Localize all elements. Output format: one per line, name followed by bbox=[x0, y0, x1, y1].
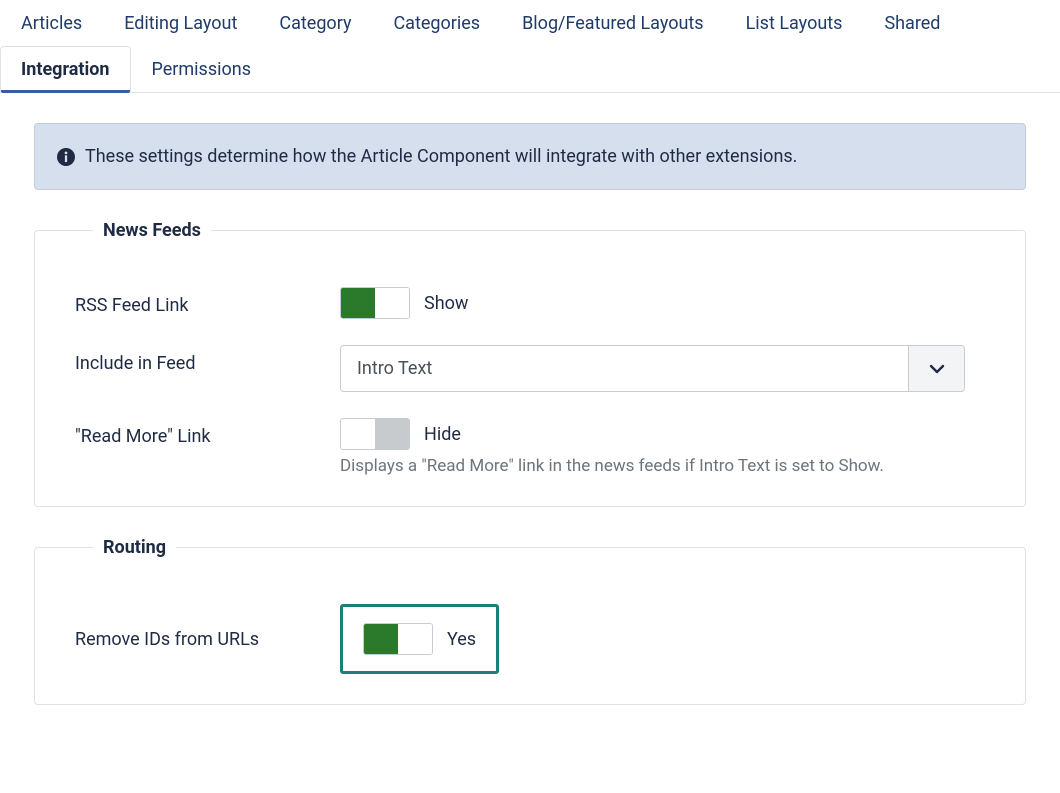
tab-permissions[interactable]: Permissions bbox=[131, 46, 273, 92]
legend-news-feeds: News Feeds bbox=[93, 220, 211, 241]
toggle-rss-feed-link[interactable] bbox=[340, 287, 410, 319]
info-banner: These settings determine how the Article… bbox=[34, 123, 1026, 190]
tab-content: These settings determine how the Article… bbox=[0, 93, 1060, 715]
state-read-more-link: Hide bbox=[424, 424, 461, 445]
helper-read-more-link: Displays a "Read More" link in the news … bbox=[340, 456, 985, 476]
tab-list-layouts[interactable]: List Layouts bbox=[725, 0, 864, 46]
tab-integration[interactable]: Integration bbox=[0, 46, 131, 93]
label-read-more-link: "Read More" Link bbox=[75, 418, 340, 447]
toggle-remove-ids[interactable] bbox=[363, 623, 433, 655]
tab-categories[interactable]: Categories bbox=[372, 0, 501, 46]
fieldset-news-feeds: News Feeds RSS Feed Link Show Include in… bbox=[34, 220, 1026, 507]
toggle-read-more-link[interactable] bbox=[340, 418, 410, 450]
chevron-down-icon bbox=[908, 346, 964, 391]
label-remove-ids: Remove IDs from URLs bbox=[75, 629, 340, 650]
label-include-in-feed: Include in Feed bbox=[75, 345, 340, 374]
state-remove-ids: Yes bbox=[447, 629, 476, 650]
tab-category[interactable]: Category bbox=[258, 0, 372, 46]
info-banner-text: These settings determine how the Article… bbox=[85, 146, 797, 167]
tab-articles[interactable]: Articles bbox=[0, 0, 103, 46]
tab-blog-featured-layouts[interactable]: Blog/Featured Layouts bbox=[501, 0, 725, 46]
tab-editing-layout[interactable]: Editing Layout bbox=[103, 0, 258, 46]
legend-routing: Routing bbox=[93, 537, 176, 558]
select-include-in-feed[interactable]: Intro Text bbox=[340, 345, 965, 392]
label-rss-feed-link: RSS Feed Link bbox=[75, 287, 340, 316]
select-include-in-feed-value: Intro Text bbox=[341, 346, 908, 391]
tabs-nav: Articles Editing Layout Category Categor… bbox=[0, 0, 1060, 93]
state-rss-feed-link: Show bbox=[424, 293, 468, 314]
info-icon bbox=[57, 148, 75, 166]
tab-shared[interactable]: Shared bbox=[863, 0, 961, 46]
highlight-remove-ids: Yes bbox=[340, 604, 499, 674]
fieldset-routing: Routing Remove IDs from URLs Yes bbox=[34, 537, 1026, 705]
